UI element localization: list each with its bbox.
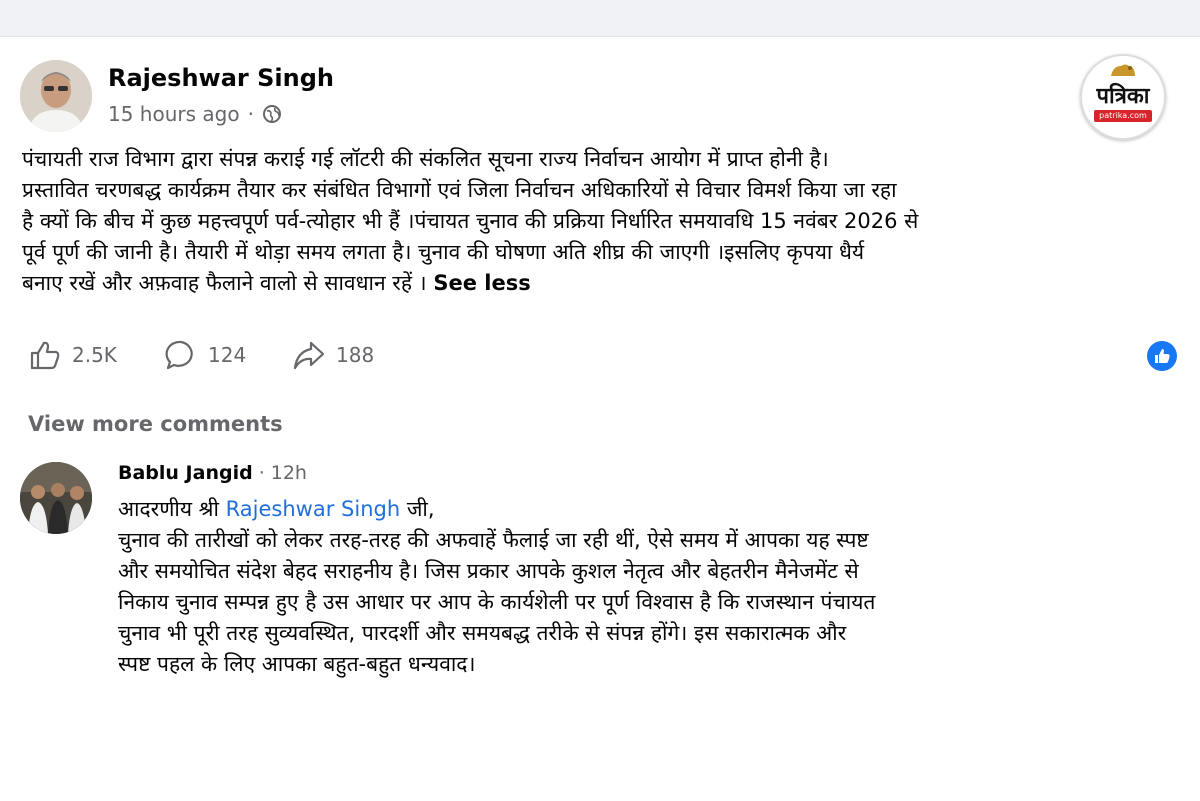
share-arrow-icon [293, 341, 325, 370]
post-line: है क्यों कि बीच में कुछ महत्त्वपूर्ण पर्… [22, 209, 919, 233]
globe-icon[interactable] [262, 104, 282, 124]
patrika-logo: पत्रिका patrika.com [1080, 54, 1166, 140]
logo-site: patrika.com [1094, 110, 1152, 122]
comment-button[interactable]: 124 [164, 338, 246, 372]
post-time[interactable]: 15 hours ago [108, 102, 240, 126]
post-line-last: बनाए रखें और अफ़वाह फैलाने वालो से सावधा… [22, 268, 1182, 299]
top-strip [0, 0, 1200, 36]
author-avatar[interactable] [20, 60, 92, 132]
commenter-avatar[interactable] [20, 462, 92, 534]
meta-separator: · [247, 102, 254, 126]
commenter-photo-icon [20, 462, 92, 534]
comment-separator: · [258, 462, 265, 484]
share-count: 188 [336, 343, 375, 367]
greeting-suffix: जी, [400, 497, 435, 521]
comment-line: स्पष्ट पहल के लिए आपका बहुत-बहुत धन्यवाद… [118, 652, 476, 676]
logo-brand: पत्रिका [1096, 84, 1150, 109]
post-meta: 15 hours ago · [108, 102, 282, 126]
mention-link[interactable]: Rajeshwar Singh [226, 497, 400, 521]
author-photo-icon [20, 60, 92, 132]
comment-body: आदरणीय श्री Rajeshwar Singh जी, चुनाव की… [118, 494, 1158, 680]
comment-bubble-icon [165, 340, 193, 370]
comment-line: निकाय चुनाव सम्पन्न हुए है उस आधार पर आप… [118, 590, 876, 614]
comment-line: और समयोचित संदेश बेहद सराहनीय है। जिस प्… [118, 559, 859, 583]
comment-count: 124 [208, 343, 247, 367]
post-line: पूर्व पूर्ण की जानी है। तैयारी में थोड़ा… [22, 240, 865, 264]
share-button[interactable]: 188 [292, 338, 374, 372]
view-more-comments-link[interactable]: View more comments [28, 412, 283, 436]
like-reaction-badge-icon[interactable] [1146, 340, 1178, 372]
post-body: पंचायती राज विभाग द्वारा संपन्न कराई गई … [22, 144, 1182, 299]
comment-header: Bablu Jangid · 12h [118, 462, 307, 484]
post-line: प्रस्तावित चरणबद्ध कार्यक्रम तैयार कर सं… [22, 178, 897, 202]
post-line: बनाए रखें और अफ़वाह फैलाने वालो से सावधा… [22, 271, 427, 295]
post-line: पंचायती राज विभाग द्वारा संपन्न कराई गई … [22, 147, 829, 171]
like-count: 2.5K [72, 343, 117, 367]
post-author-name[interactable]: Rajeshwar Singh [108, 64, 334, 92]
comment-greeting: आदरणीय श्री Rajeshwar Singh जी, [118, 494, 1158, 525]
like-button[interactable]: 2.5K [28, 338, 117, 372]
see-less-link[interactable]: See less [433, 271, 530, 295]
comment-line: चुनाव भी पूरी तरह सुव्यवस्थित, पारदर्शी … [118, 621, 847, 645]
comment-author-name[interactable]: Bablu Jangid [118, 462, 253, 484]
lion-emblem-icon [1111, 64, 1135, 76]
comment-line: चुनाव की तारीखों को लेकर तरह-तरह की अफवा… [118, 528, 869, 552]
comment-time[interactable]: 12h [271, 462, 307, 484]
greeting-prefix: आदरणीय श्री [118, 497, 226, 521]
thumbs-up-icon [30, 341, 60, 370]
